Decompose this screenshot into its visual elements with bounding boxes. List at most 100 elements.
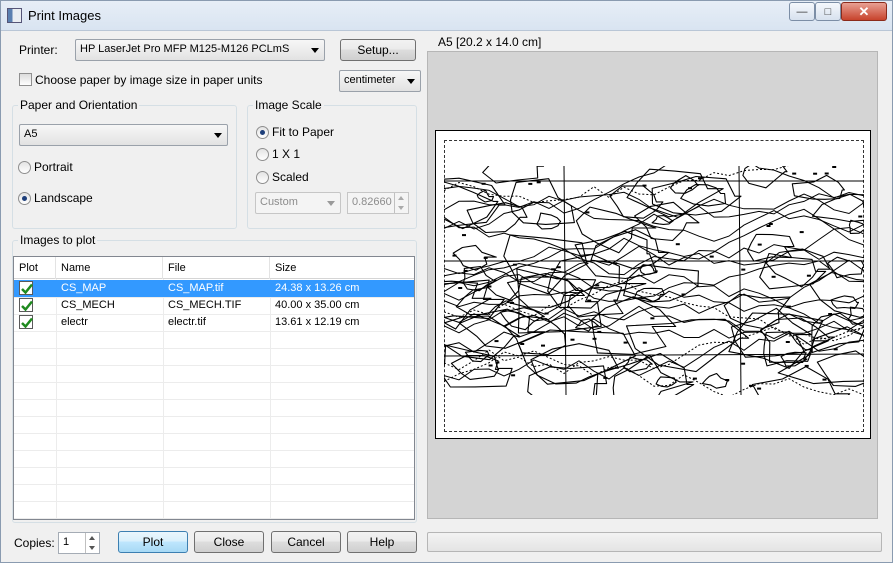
map-contour <box>613 262 618 265</box>
map-contour <box>452 254 457 257</box>
paper-by-image-checkbox[interactable] <box>19 73 32 86</box>
map-contour <box>625 318 750 373</box>
plot-checkbox[interactable] <box>19 315 33 329</box>
units-select-value: centimeter <box>344 74 396 86</box>
plot-button[interactable]: Plot <box>118 531 188 553</box>
grid-line <box>14 433 414 434</box>
list-header: Plot Name File Size <box>14 257 414 279</box>
progress-bar <box>427 532 882 552</box>
units-select[interactable]: centimeter <box>339 70 421 92</box>
map-contour <box>749 384 753 387</box>
map-contour <box>642 341 647 344</box>
portrait-radio[interactable] <box>18 161 31 174</box>
map-contour <box>804 364 809 367</box>
close-button[interactable]: Close <box>194 531 264 553</box>
map-contour <box>786 305 791 308</box>
map-contour <box>759 252 827 290</box>
grid-line <box>14 467 414 468</box>
one-to-one-label: 1 X 1 <box>272 147 301 161</box>
column-size[interactable]: Size <box>270 257 414 279</box>
map-contour <box>495 361 500 364</box>
scale-value: 0.82660 <box>352 196 392 208</box>
fit-to-paper-radio[interactable] <box>256 126 269 139</box>
printer-select[interactable]: HP LaserJet Pro MFP M125-M126 PCLmS <box>75 39 325 61</box>
plot-checkbox[interactable] <box>19 298 33 312</box>
stepper-up-icon[interactable] <box>86 533 99 543</box>
column-name[interactable]: Name <box>56 257 163 279</box>
map-contour <box>757 387 762 390</box>
row-size: 24.38 x 13.26 cm <box>275 282 360 294</box>
map-contour <box>551 268 556 271</box>
map-contour <box>597 330 602 333</box>
row-size: 40.00 x 35.00 cm <box>275 299 360 311</box>
stepper-down-icon[interactable] <box>86 543 99 553</box>
map-contour <box>799 231 804 234</box>
map-contour <box>444 244 864 293</box>
map-contour <box>768 223 773 225</box>
map-contour <box>833 348 838 351</box>
map-contour <box>642 184 647 187</box>
map-contour <box>698 177 702 180</box>
copies-stepper[interactable]: 1 <box>58 532 100 554</box>
stepper-down-icon[interactable] <box>395 203 408 213</box>
map-contour <box>463 269 468 272</box>
scale-preset-select[interactable]: Custom <box>255 192 341 214</box>
map-contour <box>813 172 818 175</box>
map-contour <box>488 364 493 367</box>
map-contour <box>771 275 776 278</box>
plot-checkbox[interactable] <box>19 281 33 295</box>
grid-line <box>14 348 414 349</box>
stepper-arrows[interactable] <box>85 533 99 553</box>
one-to-one-radio[interactable] <box>256 148 269 161</box>
landscape-radio[interactable] <box>18 192 31 205</box>
help-button[interactable]: Help <box>347 531 417 553</box>
images-to-plot-title: Images to plot <box>18 233 98 247</box>
table-row[interactable]: CS_MECH CS_MECH.TIF 40.00 x 35.00 cm <box>14 297 414 314</box>
stepper-arrows[interactable] <box>394 193 408 213</box>
grid-line <box>14 518 414 519</box>
paper-size-select[interactable]: A5 <box>19 124 228 146</box>
map-contour <box>858 215 863 218</box>
minimize-button[interactable]: — <box>789 2 815 21</box>
scaled-radio[interactable] <box>256 171 269 184</box>
map-contour <box>483 256 488 259</box>
map-contour <box>680 184 727 207</box>
scale-value-stepper[interactable]: 0.82660 <box>347 192 409 214</box>
setup-button[interactable]: Setup... <box>340 39 416 61</box>
map-contour <box>692 377 697 380</box>
map-contour <box>487 285 492 288</box>
map-contour <box>592 337 597 340</box>
paper-by-image-label: Choose paper by image size in paper unit… <box>35 73 263 87</box>
map-contour <box>757 243 762 246</box>
map-contour <box>494 340 499 343</box>
maximize-button[interactable]: □ <box>815 2 841 21</box>
column-file[interactable]: File <box>163 257 270 279</box>
map-contour <box>444 326 864 375</box>
row-file: CS_MECH.TIF <box>168 299 242 311</box>
map-contour <box>751 366 851 395</box>
images-list[interactable]: Plot Name File Size CS_MAP CS_MAP.tif 24… <box>13 256 415 520</box>
stepper-up-icon[interactable] <box>395 193 408 203</box>
map-contour <box>651 175 742 216</box>
copies-label: Copies: <box>14 536 55 550</box>
cancel-button[interactable]: Cancel <box>271 531 341 553</box>
map-contour <box>603 376 608 379</box>
map-contour <box>527 365 608 395</box>
map-contour <box>536 212 562 230</box>
table-row[interactable]: CS_MAP CS_MAP.tif 24.38 x 13.26 cm <box>14 280 414 297</box>
map-contour <box>556 266 561 269</box>
table-row[interactable]: electr electr.tif 13.61 x 12.19 cm <box>14 314 414 331</box>
printer-select-value: HP LaserJet Pro MFP M125-M126 PCLmS <box>80 43 290 55</box>
map-contour <box>595 284 600 287</box>
map-contour <box>650 317 655 320</box>
map-contour <box>741 268 746 271</box>
grid-line <box>14 331 414 332</box>
column-plot[interactable]: Plot <box>14 257 56 279</box>
printer-label: Printer: <box>19 43 58 57</box>
row-name: CS_MECH <box>61 299 115 311</box>
map-contour <box>806 274 811 277</box>
close-window-button[interactable]: ✕ <box>841 2 887 21</box>
fit-to-paper-label: Fit to Paper <box>272 125 335 139</box>
map-contour <box>701 372 729 389</box>
chevron-down-icon <box>407 79 415 84</box>
